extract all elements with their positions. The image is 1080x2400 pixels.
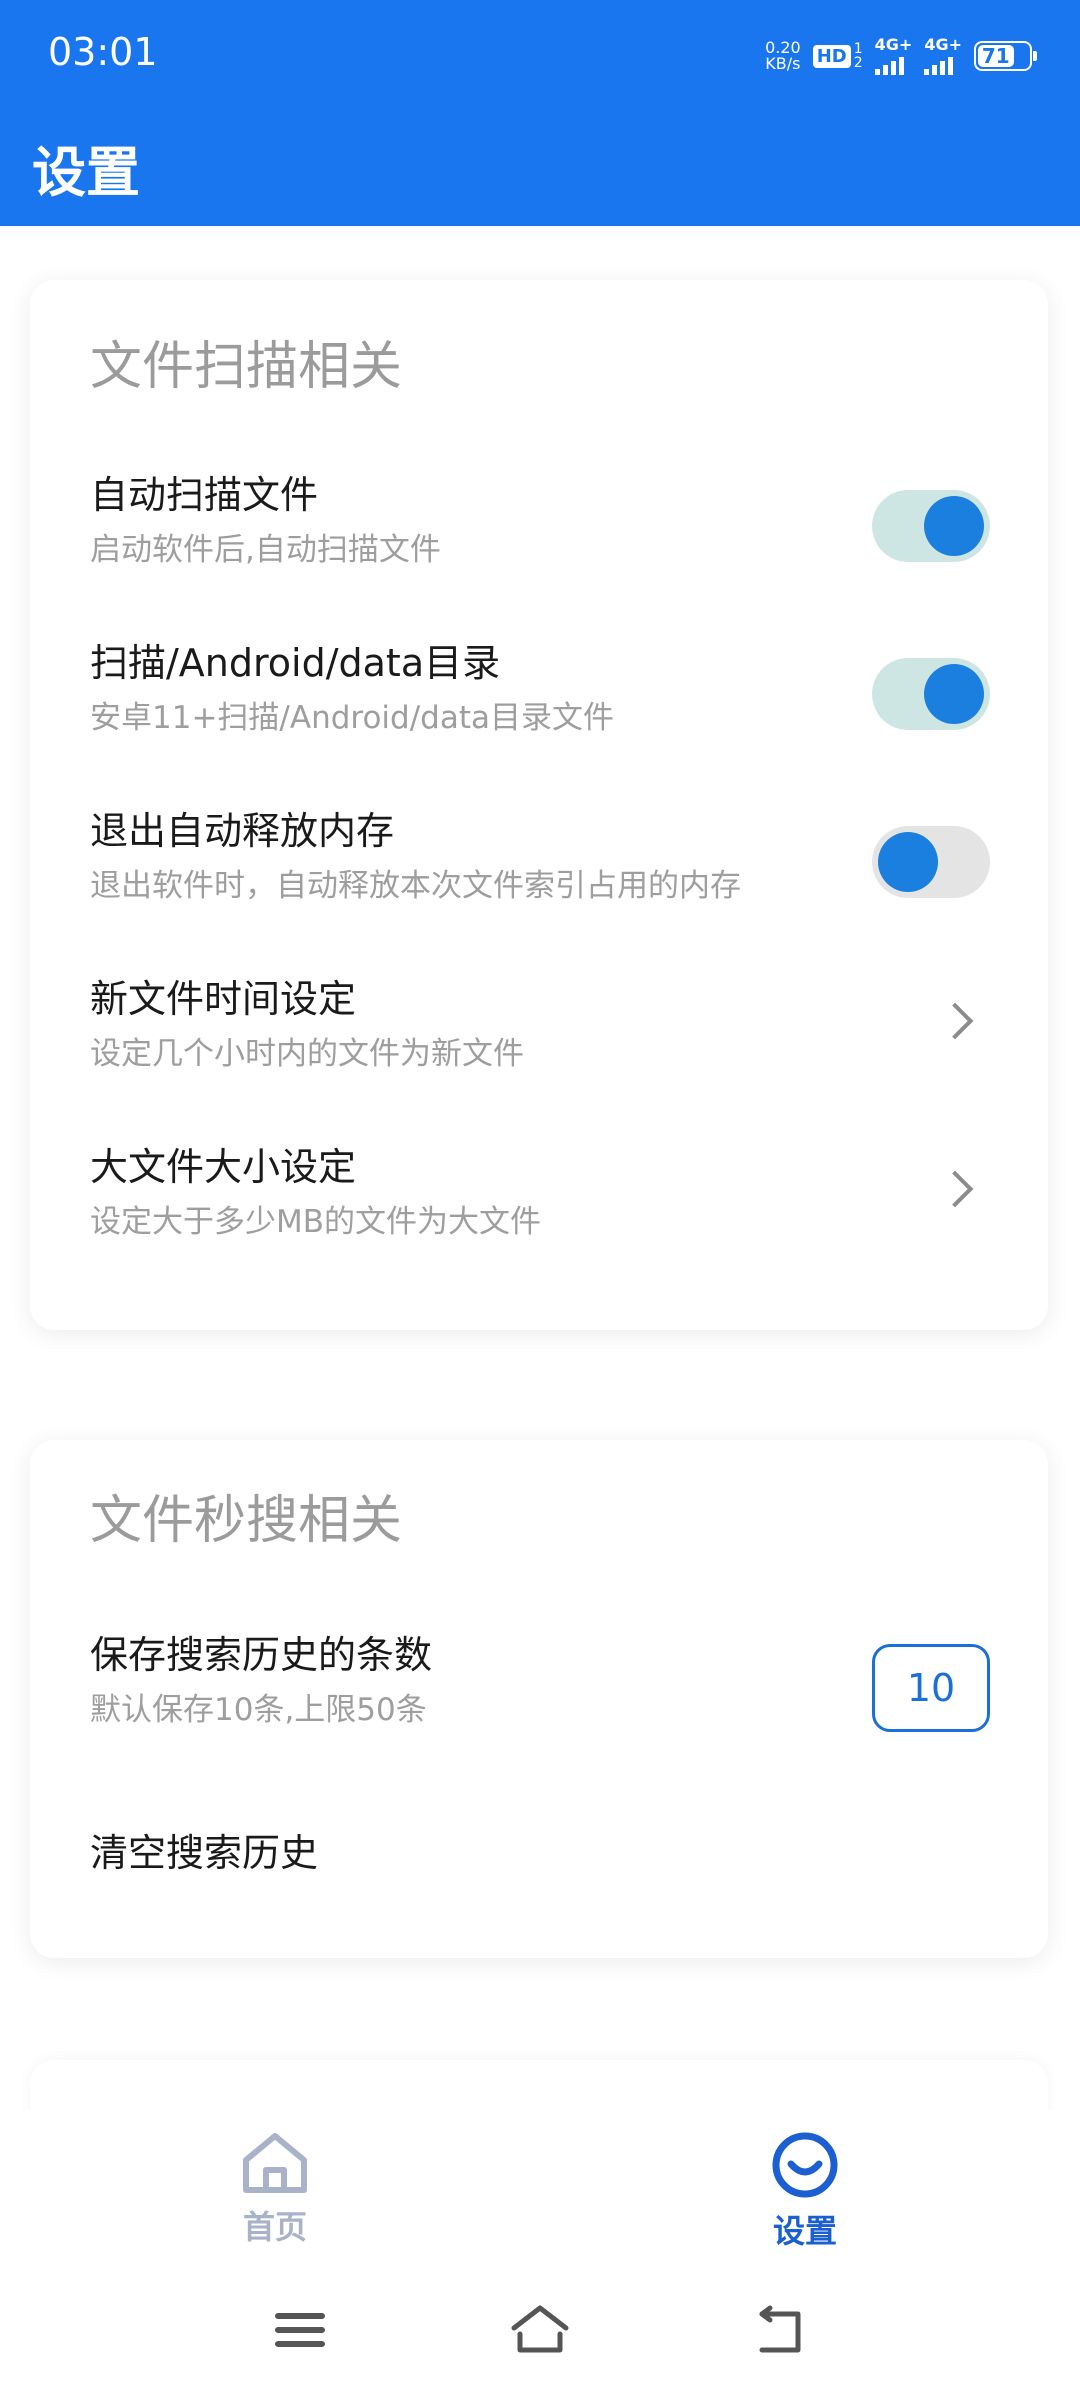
- battery-icon: 71: [974, 41, 1037, 71]
- back-icon[interactable]: [740, 2300, 820, 2360]
- battery-level: 71: [978, 44, 1014, 68]
- smile-icon: [772, 2132, 838, 2198]
- auto-scan-toggle[interactable]: [872, 490, 990, 562]
- status-icons: 0.20 KB/s HD 1 2 4G+ 4G+ 71: [765, 34, 1037, 78]
- hd-icon: HD 1 2: [812, 42, 863, 70]
- tab-home[interactable]: 首页: [175, 2130, 375, 2248]
- net-speed: 0.20 KB/s: [765, 38, 801, 73]
- signal-icon-sim1: 4G+: [874, 37, 912, 75]
- release-memory-toggle[interactable]: [872, 826, 990, 898]
- clear-history-button[interactable]: 清空搜索历史: [30, 1800, 1048, 1920]
- status-time: 03:01: [48, 30, 158, 74]
- system-nav-bar: [0, 2260, 1080, 2400]
- home-icon: [243, 2133, 307, 2193]
- chevron-right-icon: [936, 1002, 974, 1040]
- file-scan-card: 文件扫描相关 自动扫描文件 启动软件后,自动扫描文件 扫描/Android/da…: [30, 280, 1048, 1330]
- scan-android-data-toggle[interactable]: [872, 658, 990, 730]
- tab-settings[interactable]: 设置: [705, 2130, 905, 2252]
- home-outline-icon[interactable]: [500, 2300, 580, 2360]
- history-count-input[interactable]: 10: [872, 1644, 990, 1732]
- setting-scan-android-data[interactable]: 扫描/Android/data目录 安卓11+扫描/Android/data目录…: [30, 610, 1048, 778]
- quick-search-card: 文件秒搜相关 保存搜索历史的条数 默认保存10条,上限50条 10 清空搜索历史: [30, 1440, 1048, 1958]
- section-title: 文件秒搜相关: [90, 1491, 403, 1551]
- setting-new-file-time[interactable]: 新文件时间设定 设定几个小时内的文件为新文件: [30, 946, 1048, 1114]
- setting-auto-scan[interactable]: 自动扫描文件 启动软件后,自动扫描文件: [30, 442, 1048, 610]
- chevron-right-icon: [936, 1170, 974, 1208]
- signal-icon-sim2: 4G+: [924, 37, 962, 75]
- bottom-nav: 首页 设置: [0, 2110, 1080, 2260]
- app-header: 03:01 0.20 KB/s HD 1 2 4G+ 4G+ 71 设置: [0, 0, 1080, 226]
- page-title: 设置: [32, 141, 140, 204]
- setting-release-memory[interactable]: 退出自动释放内存 退出软件时，自动释放本次文件索引占用的内存: [30, 778, 1048, 946]
- section-title: 文件扫描相关: [90, 337, 403, 397]
- setting-history-count[interactable]: 保存搜索历史的条数 默认保存10条,上限50条 10: [30, 1602, 1048, 1770]
- menu-icon[interactable]: [260, 2300, 340, 2360]
- setting-large-file-size[interactable]: 大文件大小设定 设定大于多少MB的文件为大文件: [30, 1114, 1048, 1282]
